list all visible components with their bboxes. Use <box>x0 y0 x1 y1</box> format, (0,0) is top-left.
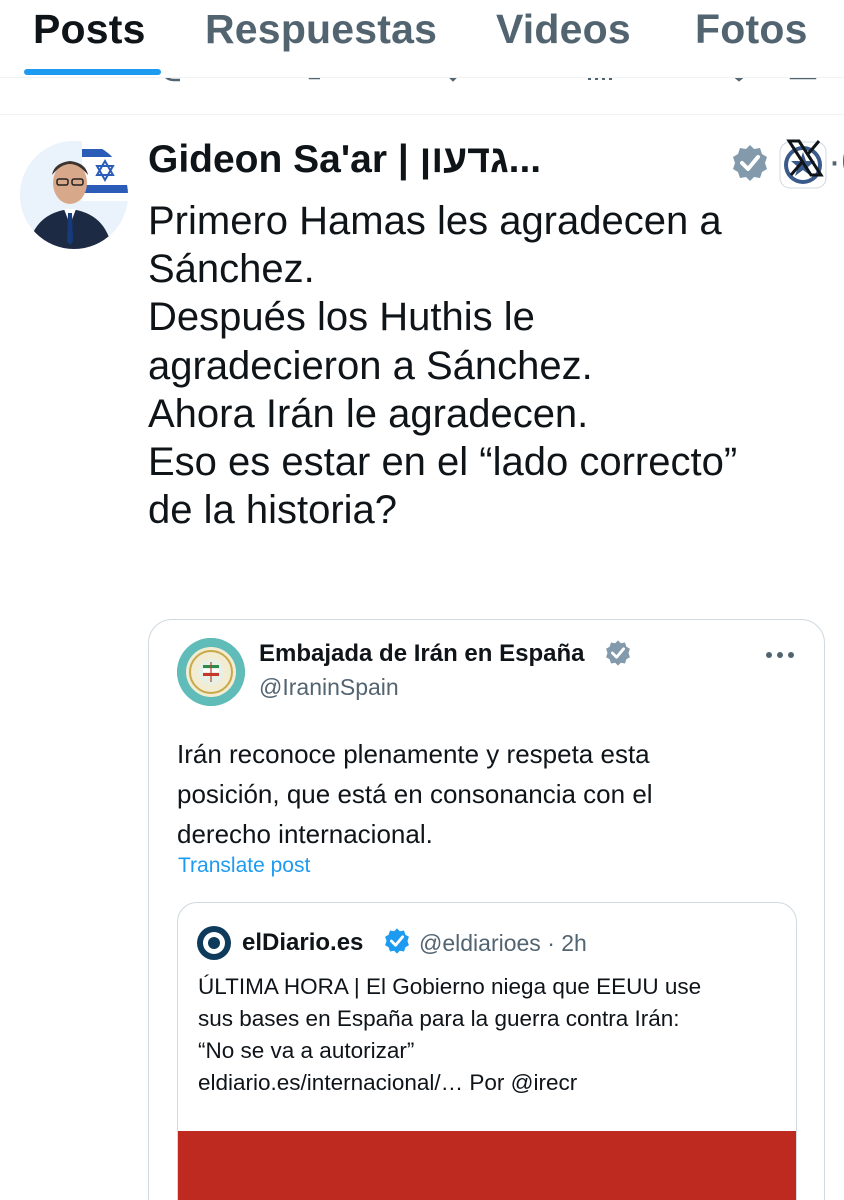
post-time[interactable]: ·6h <box>828 140 844 184</box>
quoted-author-handle[interactable]: @IraninSpain <box>259 674 399 701</box>
nested-text-line: “No se va a autorizar” <box>198 1038 415 1063</box>
quoted-author-name[interactable]: Embajada de Irán en España <box>259 640 584 668</box>
tab-respuestas[interactable]: Respuestas <box>205 6 437 56</box>
translate-post-link[interactable]: Translate post <box>178 854 310 878</box>
nested-post-text: ÚLTIMA HORA | El Gobierno niega que EEUU… <box>198 971 788 1099</box>
quoted-text-line: derecho internacional. <box>177 819 433 849</box>
profile-posts-page: Posts Respuestas Videos Fotos Gideon Sa'… <box>0 0 844 1200</box>
nested-quoted-post-card[interactable]: elDiario.es @eldiarioes · 2h ÚLTIMA HORA… <box>177 902 797 1200</box>
share-icon[interactable] <box>788 78 818 88</box>
avatar-photo <box>20 141 128 249</box>
gray-verified-badge-icon <box>606 640 630 666</box>
active-tab-indicator <box>24 69 161 75</box>
blue-verified-badge-icon <box>385 928 409 954</box>
post-text-line: Ahora Irán le agradecen. <box>148 391 589 436</box>
bookmark-icon[interactable] <box>724 78 754 88</box>
reply-icon[interactable] <box>160 78 184 88</box>
quoted-author-avatar[interactable] <box>177 638 245 706</box>
tab-fotos[interactable]: Fotos <box>695 6 808 56</box>
nested-author-meta: @eldiarioes · 2h <box>419 930 587 957</box>
quoted-text-line: Irán reconoce plenamente y respeta esta <box>177 739 650 769</box>
previous-post-actions <box>0 78 844 94</box>
post-text-line: Después los Huthis le <box>148 295 535 340</box>
embassy-seal-icon <box>177 638 245 706</box>
tab-videos[interactable]: Videos <box>496 6 631 56</box>
post-text: Primero Hamas les agradecen a Sánchez. D… <box>148 197 838 534</box>
nested-text-line: sus bases en España para la guerra contr… <box>198 1006 680 1031</box>
eldiario-logo-icon[interactable] <box>196 925 232 961</box>
nested-author-name[interactable]: elDiario.es <box>242 929 363 957</box>
like-icon[interactable] <box>442 78 464 88</box>
post-text-line: de la historia? <box>148 488 398 533</box>
repost-icon[interactable] <box>306 78 332 88</box>
more-dots-icon[interactable] <box>765 650 795 660</box>
nested-text-line: ÚLTIMA HORA | El Gobierno niega que EEUU… <box>198 974 702 999</box>
gray-verified-badge-icon <box>733 145 767 181</box>
views-icon[interactable] <box>586 78 612 88</box>
quoted-post-card[interactable]: Embajada de Irán en España @IraninSpain … <box>148 619 825 1200</box>
quoted-text-line: posición, que está en consonancia con el <box>177 779 653 809</box>
views-count-fragment-icon <box>650 78 664 88</box>
author-name[interactable]: Gideon Sa'ar | גדעון... <box>148 138 541 182</box>
post-text-line: agradecieron a Sánchez. <box>148 343 593 388</box>
x-logo-icon[interactable] <box>785 138 825 178</box>
nested-author-handle[interactable]: @eldiarioes <box>419 930 541 956</box>
post-text-line: Primero Hamas les agradecen a <box>148 199 722 243</box>
tab-posts[interactable]: Posts <box>33 6 146 56</box>
nested-post-time[interactable]: · 2h <box>547 930 587 956</box>
profile-tabs: Posts Respuestas Videos Fotos <box>0 0 844 76</box>
nested-text-line[interactable]: eldiario.es/internacional/… Por @irecr <box>198 1067 788 1099</box>
post-header: Gideon Sa'ar | גדעון... ·6h <box>148 136 844 189</box>
post-text-line: Sánchez. <box>148 247 315 292</box>
post-separator <box>0 114 844 115</box>
author-avatar[interactable] <box>20 141 128 249</box>
post-text-line: Eso es estar en el “lado correcto” <box>148 440 738 485</box>
quoted-post-text: Irán reconoce plenamente y respeta esta … <box>177 734 797 854</box>
nested-post-media-image[interactable] <box>178 1131 796 1200</box>
